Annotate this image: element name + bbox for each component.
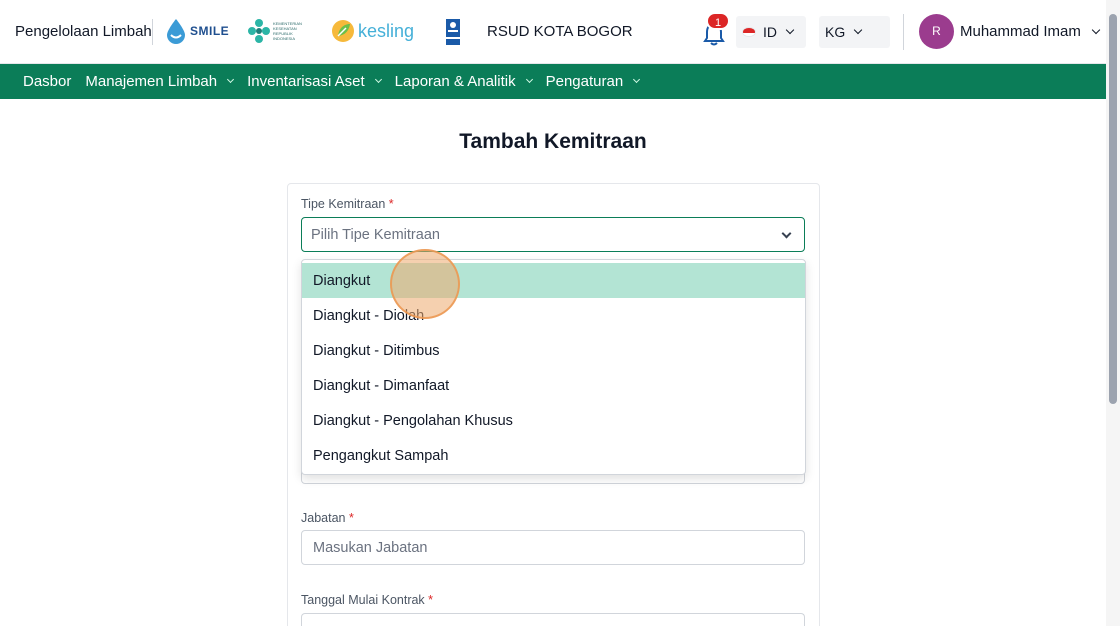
nav-item-dasbor[interactable]: Dasbor — [23, 73, 71, 90]
chevron-down-icon — [633, 75, 641, 84]
unit-selector[interactable]: KG — [819, 16, 890, 48]
click-cursor-indicator — [390, 249, 460, 319]
app-brand: Pengelolaan Limbah — [15, 23, 152, 40]
organization-name: RSUD KOTA BOGOR — [487, 23, 633, 40]
main-navbar: Dasbor Manajemen Limbah Inventarisasi As… — [0, 64, 1106, 99]
nav-item-label: Manajemen Limbah — [85, 73, 218, 90]
select-placeholder: Pilih Tipe Kemitraan — [311, 226, 440, 243]
header-divider — [152, 19, 153, 45]
dropdown-option-diangkut-pengolahan-khusus[interactable]: Diangkut - Pengolahan Khusus — [302, 403, 805, 438]
nav-item-label: Laporan & Analitik — [394, 73, 516, 90]
nav-item-inventarisasi-aset[interactable]: Inventarisasi Aset — [247, 73, 382, 90]
chevron-down-icon — [525, 75, 533, 84]
chevron-down-icon — [227, 75, 235, 84]
input-placeholder: Masukan Jabatan — [313, 539, 428, 556]
header-divider — [903, 14, 904, 50]
nav-item-laporan-analitik[interactable]: Laporan & Analitik — [394, 73, 533, 90]
unit-code: KG — [825, 24, 846, 40]
page-scrollbar-thumb[interactable] — [1109, 14, 1117, 404]
tipe-kemitraan-label: Tipe Kemitraan * — [301, 197, 394, 211]
kemenkes-emblem-icon — [248, 19, 270, 43]
user-name: Muhammad Imam — [960, 23, 1081, 40]
kesling-leaf-icon — [332, 20, 354, 42]
chevron-down-icon — [781, 228, 792, 239]
indonesia-flag-icon — [742, 27, 756, 37]
jabatan-label: Jabatan * — [301, 511, 354, 525]
kemenkes-logo-text: KEMENTERIAN KESEHATAN REPUBLIK INDONESIA — [273, 21, 302, 41]
notification-count-badge: 1 — [706, 12, 730, 30]
smile-drop-icon — [167, 19, 185, 44]
user-avatar[interactable]: R — [919, 14, 954, 49]
nav-item-label: Pengaturan — [545, 73, 624, 90]
dropdown-option-diangkut-dimanfaat[interactable]: Diangkut - Dimanfaat — [302, 368, 805, 403]
kemenkes-logo: KEMENTERIAN KESEHATAN REPUBLIK INDONESIA — [248, 18, 307, 44]
top-header: Pengelolaan Limbah SMILE KEMENTERIAN KES… — [0, 0, 1106, 64]
tanggal-mulai-kontrak-input[interactable] — [301, 613, 805, 626]
dropdown-option-diangkut[interactable]: Diangkut — [302, 263, 805, 298]
chevron-down-icon — [785, 25, 795, 35]
kesling-logo-text: kesling — [358, 20, 415, 41]
nav-item-label: Dasbor — [23, 73, 72, 90]
dropdown-option-diangkut-diolah[interactable]: Diangkut - Diolah — [302, 298, 805, 333]
language-selector[interactable]: ID — [736, 16, 806, 48]
nav-item-label: Inventarisasi Aset — [247, 73, 365, 90]
jabatan-input[interactable]: Masukan Jabatan — [301, 530, 805, 565]
language-code: ID — [763, 24, 777, 40]
chevron-down-icon — [374, 75, 382, 84]
smile-logo-text: SMILE — [190, 24, 230, 38]
user-menu[interactable]: Muhammad Imam — [960, 23, 1101, 40]
dropdown-option-diangkut-ditimbus[interactable]: Diangkut - Ditimbus — [302, 333, 805, 368]
kesling-logo: kesling — [331, 18, 414, 44]
tipe-kemitraan-dropdown: Diangkut Diangkut - Diolah Diangkut - Di… — [301, 259, 806, 475]
chevron-down-icon — [1091, 25, 1101, 34]
undp-logo-icon — [446, 19, 460, 45]
tipe-kemitraan-select[interactable]: Pilih Tipe Kemitraan — [301, 217, 805, 252]
tanggal-mulai-kontrak-label: Tanggal Mulai Kontrak * — [301, 593, 434, 607]
nav-item-manajemen-limbah[interactable]: Manajemen Limbah — [85, 73, 235, 90]
chevron-down-icon — [853, 25, 863, 35]
page-title: Tambah Kemitraan — [459, 130, 647, 153]
dropdown-option-pengangkut-sampah[interactable]: Pengangkut Sampah — [302, 438, 805, 473]
nav-item-pengaturan[interactable]: Pengaturan — [545, 73, 641, 90]
smile-logo: SMILE — [165, 18, 229, 44]
